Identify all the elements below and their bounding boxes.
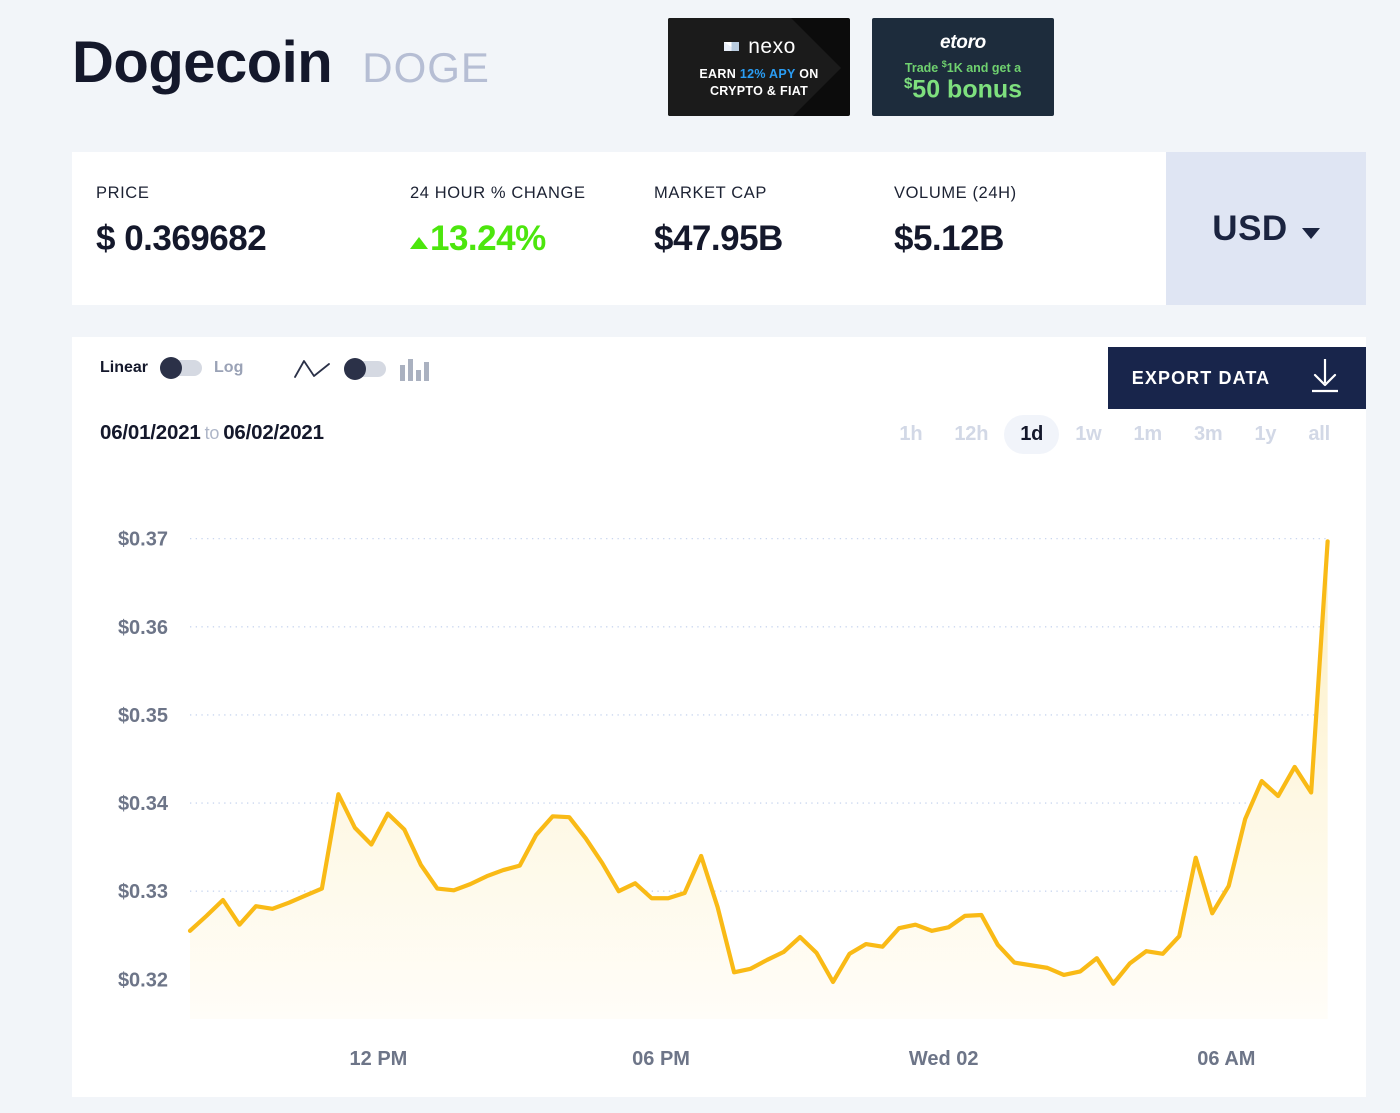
coin-ticker: DOGE <box>362 44 490 91</box>
nexo-logo-icon <box>722 37 741 56</box>
etoro-wordmark: etoro <box>939 31 986 53</box>
period-1h[interactable]: 1h <box>883 415 938 454</box>
triangle-up-icon <box>410 237 428 249</box>
nexo-headline-2: CRYPTO & FIAT <box>709 83 809 98</box>
chart-type-knob <box>344 358 366 380</box>
stat-price-value: $ 0.369682 <box>96 219 267 258</box>
stats-card: PRICE $ 0.369682 24 HOUR % CHANGE 13.24%… <box>72 152 1366 305</box>
chart-range-row: 06/01/2021 to 06/02/2021 1h 12h 1d 1w 1m 3m 1y al… <box>72 409 1366 471</box>
stat-change-value-wrap: 13.24% <box>410 219 586 259</box>
period-3m[interactable]: 3m <box>1178 415 1239 454</box>
scale-toggle-switch[interactable] <box>160 357 203 379</box>
y-axis-tick-label: $0.37 <box>118 529 168 551</box>
export-data-button[interactable]: EXPORT DATA <box>1108 347 1366 409</box>
period-1w[interactable]: 1w <box>1059 415 1117 454</box>
chart-area-fill <box>190 541 1328 1019</box>
coin-title: Dogecoin DOGE <box>72 34 490 92</box>
stat-change-value: 13.24% <box>430 219 546 258</box>
page-header: Dogecoin DOGE nexo EARN 12% APY ON CRYPT… <box>0 0 1400 132</box>
y-axis-tick-label: $0.36 <box>118 617 168 639</box>
x-axis-tick-label: 12 PM <box>350 1048 408 1070</box>
page-title: Dogecoin <box>72 30 333 95</box>
bar-chart-icon[interactable] <box>400 357 429 381</box>
date-range-from[interactable]: 06/01/2021 <box>100 421 201 444</box>
scale-toggle-knob <box>160 357 183 379</box>
stat-volume-label: VOLUME (24H) <box>894 184 1017 202</box>
currency-selector-label: USD <box>1212 208 1288 248</box>
price-chart-svg[interactable]: $0.32 $0.33 $0.34 $0.35 $0.36 $0.37 12 PM 06 P… <box>72 471 1366 1091</box>
price-chart[interactable]: $0.32 $0.33 $0.34 $0.35 $0.36 $0.37 12 PM 06 P… <box>72 471 1366 1091</box>
date-range-separator: to <box>204 423 220 443</box>
export-data-label: EXPORT DATA <box>1131 367 1271 388</box>
y-axis-tick-label: $0.33 <box>118 881 168 903</box>
ad-banner-etoro[interactable]: etoro Trade $1K and get a $50 bonus <box>872 18 1054 116</box>
stat-change-label: 24 HOUR % CHANGE <box>410 184 586 202</box>
nexo-headline-1: EARN 12% APY ON <box>699 66 819 81</box>
period-selector[interactable]: 1h 12h 1d 1w 1m 3m 1y all <box>883 415 1346 454</box>
nexo-wordmark: nexo <box>748 34 796 58</box>
x-axis-tick-label: 06 AM <box>1197 1048 1255 1070</box>
period-1d[interactable]: 1d <box>1004 415 1060 454</box>
stats-group: PRICE $ 0.369682 24 HOUR % CHANGE 13.24%… <box>72 152 1166 305</box>
stat-change: 24 HOUR % CHANGE 13.24% <box>410 184 586 259</box>
y-axis-tick-label: $0.34 <box>118 793 169 815</box>
stat-price-label: PRICE <box>96 184 150 202</box>
nexo-brand: nexo <box>722 35 796 59</box>
scale-toggle[interactable]: Linear Log <box>100 357 243 379</box>
period-all[interactable]: all <box>1292 415 1346 454</box>
chart-type-toggle[interactable] <box>294 357 429 381</box>
period-1m[interactable]: 1m <box>1117 415 1178 454</box>
stat-market-cap-value: $47.95B <box>654 219 783 258</box>
stat-market-cap-label: MARKET CAP <box>654 184 767 202</box>
ad-banners: nexo EARN 12% APY ON CRYPTO & FIAT etoro… <box>668 18 1054 116</box>
chart-y-axis: $0.32 $0.33 $0.34 $0.35 $0.36 $0.37 <box>118 529 169 992</box>
chart-card: Linear Log EXPORT DATA 06/01/2021 to 06/… <box>72 337 1366 1097</box>
currency-selector[interactable]: USD <box>1166 152 1366 305</box>
etoro-headline-2: $50 bonus <box>903 74 1023 104</box>
date-range[interactable]: 06/01/2021 to 06/02/2021 <box>100 421 324 445</box>
chart-x-axis: 12 PM 06 PM Wed 02 06 AM <box>350 1048 1256 1070</box>
etoro-headline-1: Trade $1K and get a <box>904 58 1022 75</box>
x-axis-tick-label: 06 PM <box>632 1048 690 1070</box>
stat-volume-value: $5.12B <box>894 219 1004 258</box>
period-12h[interactable]: 12h <box>938 415 1004 454</box>
coindesk-price-page: Dogecoin DOGE nexo EARN 12% APY ON CRYPT… <box>0 0 1400 1113</box>
y-axis-tick-label: $0.32 <box>118 969 168 991</box>
chart-toolbar: Linear Log EXPORT DATA <box>72 337 1366 409</box>
download-icon <box>1308 357 1342 400</box>
x-axis-tick-label: Wed 02 <box>909 1048 979 1070</box>
date-range-to[interactable]: 06/02/2021 <box>223 421 324 444</box>
period-1y[interactable]: 1y <box>1239 415 1293 454</box>
stat-market-cap: MARKET CAP $47.95B <box>654 184 783 259</box>
line-chart-icon[interactable] <box>294 357 330 381</box>
y-axis-tick-label: $0.35 <box>118 705 168 727</box>
chevron-down-icon <box>1301 228 1320 239</box>
scale-linear-label[interactable]: Linear <box>100 359 148 377</box>
stat-price: PRICE $ 0.369682 <box>96 184 267 259</box>
scale-log-label[interactable]: Log <box>214 359 243 377</box>
stat-volume: VOLUME (24H) $5.12B <box>894 184 1017 259</box>
ad-banner-nexo[interactable]: nexo EARN 12% APY ON CRYPTO & FIAT <box>668 18 850 116</box>
chart-type-switch[interactable] <box>344 358 386 380</box>
